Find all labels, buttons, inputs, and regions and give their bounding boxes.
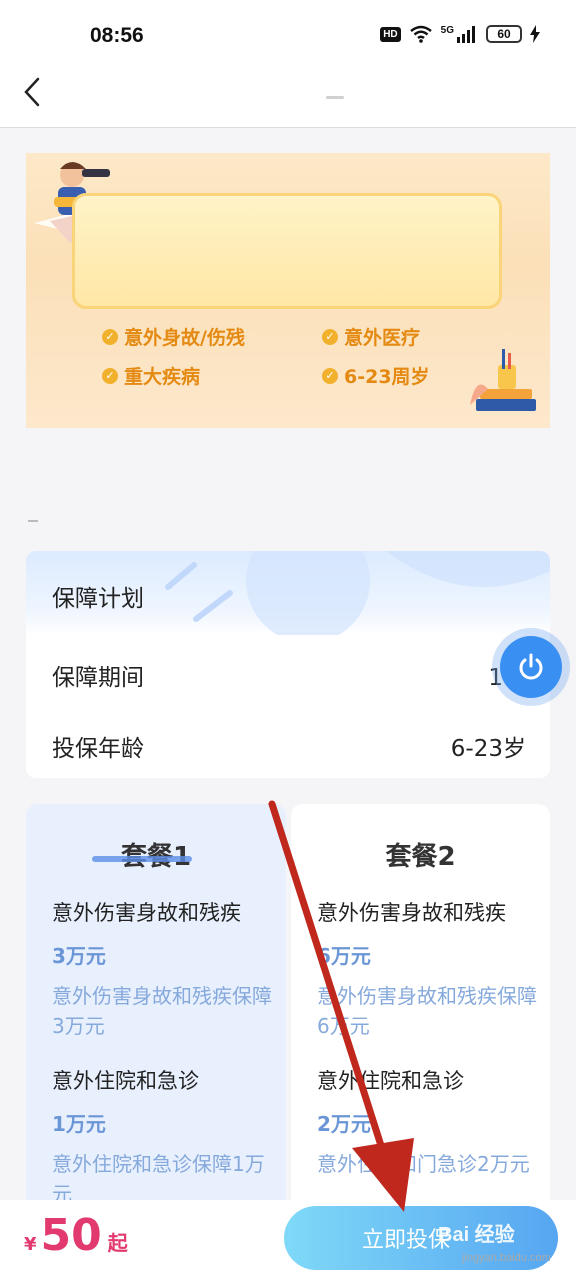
charging-icon [530, 25, 540, 43]
hd-badge: HD [380, 26, 401, 42]
coverage-amount: 3万元 [52, 944, 106, 968]
feature-label: 意外医疗 [344, 327, 421, 349]
package-card-1[interactable]: 套餐1 意外伤害身故和残疾 3万元 意外伤害身故和残疾保障3万元 意外住院和急诊… [26, 804, 286, 1224]
package-item: 意外伤害身故和残疾 3万元 意外伤害身故和残疾保障3万元 [52, 898, 272, 1041]
plan-row-period: 保障期间 1年 [52, 658, 526, 692]
price-value: 50 [40, 1210, 102, 1261]
currency-symbol: ¥ [24, 1234, 37, 1255]
wifi-icon [409, 25, 432, 43]
feature-label: 6-23周岁 [344, 366, 430, 388]
package-item: 意外伤害身故和残疾 6万元 意外伤害身故和残疾保障6万元 [317, 898, 537, 1041]
coverage-name: 意外伤害身故和残疾 [52, 901, 241, 925]
plan-title: 保障计划 [52, 586, 144, 612]
price-display: ¥ 50 起 [24, 1210, 128, 1261]
coverage-description: 意外伤害身故和残疾保障6万元 [317, 984, 537, 1038]
feature-item: ✓ 意外医疗 [322, 323, 482, 350]
plan-header: 保障计划 [26, 551, 550, 635]
books-illustration [470, 349, 536, 411]
floating-power-button[interactable] [500, 636, 562, 698]
coverage-amount: 1万元 [52, 1112, 106, 1136]
feature-item: ✓ 重大疾病 [102, 362, 322, 389]
plan-row-label: 保障期间 [52, 665, 144, 691]
buy-now-label: 立即投保 [361, 1228, 450, 1253]
feature-label: 意外身故/伤残 [124, 327, 245, 349]
feature-item: ✓ 6-23周岁 [322, 362, 482, 389]
coverage-plan-card: 保障计划 保障期间 1年 投保年龄 6-23岁 [26, 551, 550, 778]
coverage-name: 意外住院和急诊 [317, 1069, 464, 1093]
status-icons: HD 5G 60 [380, 25, 540, 43]
coverage-amount: 2万元 [317, 1112, 371, 1136]
check-icon: ✓ [322, 367, 338, 384]
network-label: 5G [440, 24, 454, 36]
promo-banner: ✓ 意外身故/伤残 ✓ 意外医疗 ✓ 重大疾病 ✓ 6-23周岁 [26, 153, 550, 428]
coverage-description: 意外伤害身故和残疾保障3万元 [52, 984, 272, 1038]
package-card-2[interactable]: 套餐2 意外伤害身故和残疾 6万元 意外伤害身故和残疾保障6万元 意外住院和急诊… [291, 804, 550, 1224]
status-bar: 08:56 HD 5G 60 [0, 0, 576, 72]
package-title: 套餐1 [26, 836, 286, 873]
back-button[interactable] [14, 72, 50, 112]
check-icon: ✓ [322, 328, 338, 345]
package-title: 套餐2 [385, 842, 456, 872]
plan-row-value: 6-23岁 [450, 736, 526, 762]
selected-package-underline [92, 856, 192, 862]
chevron-left-icon [24, 77, 40, 107]
banner-title-card [72, 193, 502, 309]
nav-bar [0, 72, 576, 128]
status-time: 08:56 [90, 24, 144, 47]
plan-row-age: 投保年龄 6-23岁 [52, 729, 526, 763]
package-item: 意外住院和急诊 1万元 意外住院和急诊保障1万元 [52, 1066, 272, 1209]
signal-icon [457, 26, 475, 43]
power-icon [519, 653, 543, 680]
plan-row-label: 投保年龄 [52, 736, 144, 762]
coverage-name: 意外住院和急诊 [52, 1069, 199, 1093]
coverage-description: 意外住院和门急诊2万元 [317, 1152, 530, 1176]
coverage-amount: 6万元 [317, 944, 371, 968]
check-icon: ✓ [102, 367, 118, 384]
feature-list: ✓ 意外身故/伤残 ✓ 意外医疗 ✓ 重大疾病 ✓ 6-23周岁 [102, 323, 482, 389]
page-title-placeholder [326, 96, 344, 99]
feature-label: 重大疾病 [124, 366, 201, 388]
watermark-url: jingyan.baidu.com [462, 1252, 551, 1264]
coverage-name: 意外伤害身故和残疾 [317, 901, 506, 925]
feature-item: ✓ 意外身故/伤残 [102, 323, 322, 350]
baidu-watermark: Bai 经验 [438, 1224, 515, 1246]
battery-indicator: 60 [486, 25, 522, 43]
price-suffix: 起 [107, 1231, 128, 1255]
package-item: 意外住院和急诊 2万元 意外住院和门急诊2万元 [317, 1066, 537, 1179]
check-icon: ✓ [102, 328, 118, 345]
divider [28, 520, 38, 522]
